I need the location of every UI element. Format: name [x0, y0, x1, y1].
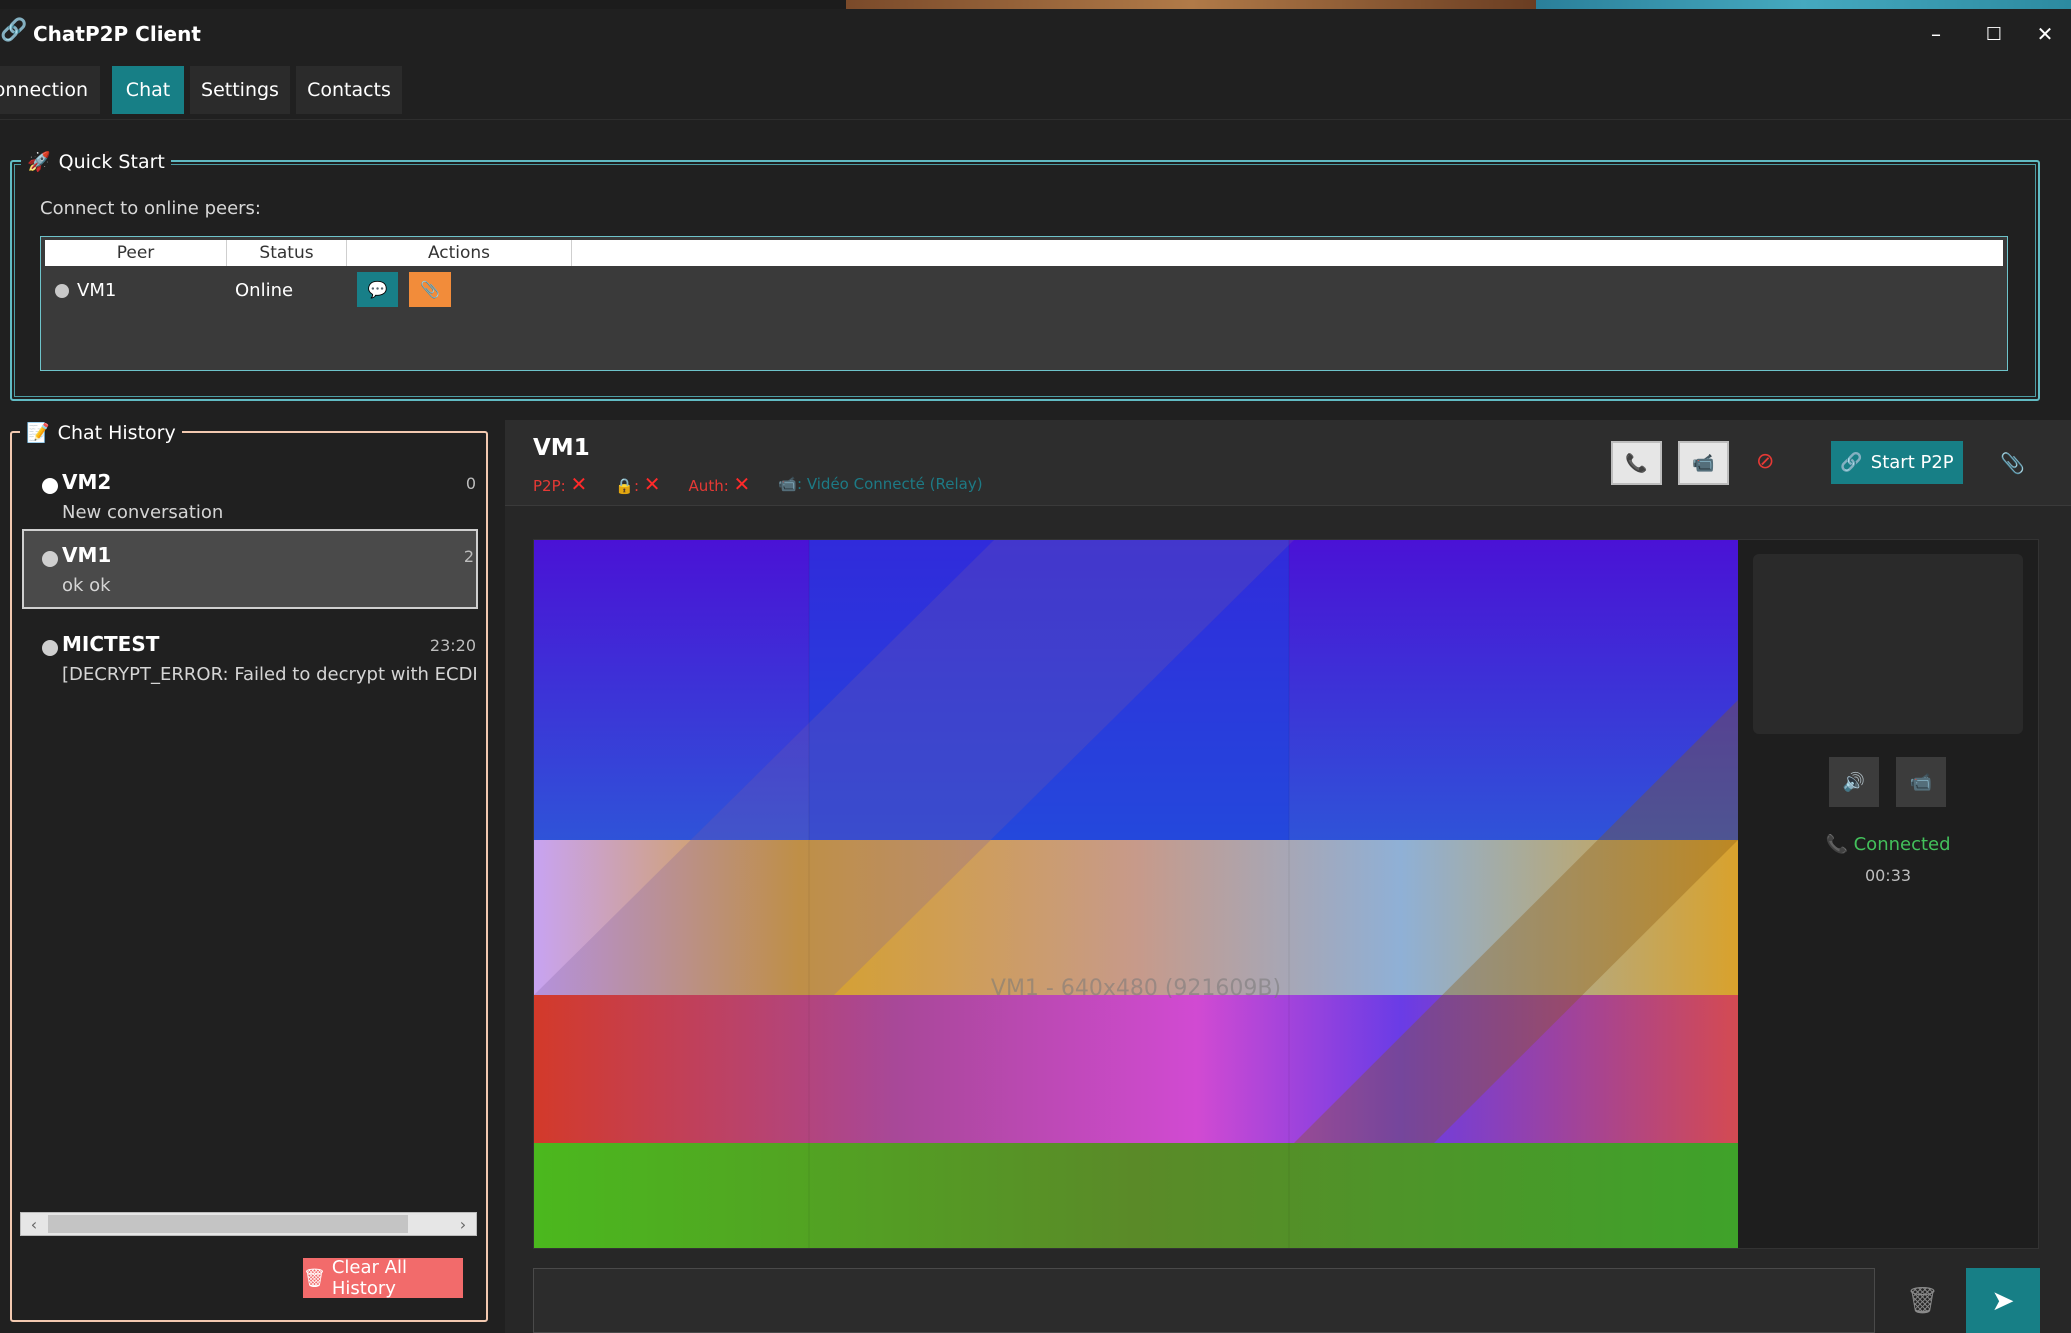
chat-history-title: 📝 Chat History [20, 421, 182, 444]
video-status: 📹: Vidéo Connecté (Relay) [778, 475, 982, 493]
start-p2p-label: Start P2P [1870, 452, 1954, 473]
voice-call-button[interactable]: 📞 [1611, 441, 1662, 485]
peer-status: Online [235, 280, 294, 301]
link-icon: 🔗 [0, 18, 28, 43]
video-call-button[interactable]: 📹 [1678, 441, 1729, 485]
tab-settings[interactable]: Settings [190, 66, 290, 114]
chevron-left-icon[interactable]: ‹ [22, 1212, 46, 1236]
desktop-wallpaper [846, 0, 1536, 9]
tab-chat[interactable]: Chat [112, 66, 184, 114]
edit-icon: 📝 [26, 422, 50, 444]
trash-icon[interactable]: 🗑 [1906, 1286, 1939, 1316]
mute-button[interactable]: 🔊 [1829, 757, 1879, 807]
auth-status: Auth: ✕ [689, 472, 751, 496]
title-bar [0, 9, 2071, 59]
close-button[interactable]: ✕ [2019, 9, 2071, 59]
chat-history-label: Chat History [57, 421, 176, 444]
message-peer-button[interactable]: 💬 [357, 272, 398, 307]
camera-icon: 📹 [1692, 452, 1715, 474]
maximize-button[interactable]: ☐ [1968, 9, 2020, 59]
conversation-name: VM2 [62, 470, 112, 494]
tab-contacts[interactable]: Contacts [296, 66, 402, 114]
local-video-preview [1753, 554, 2023, 734]
chat-bubble-icon: 💬 [367, 280, 388, 299]
rocket-icon: 🚀 [27, 151, 51, 173]
p2p-status: P2P: ✕ [533, 472, 587, 496]
quick-start-title: 🚀 Quick Start [21, 150, 171, 173]
column-header-peer[interactable]: Peer [45, 240, 227, 266]
auth-status-label: Auth: [688, 477, 729, 495]
column-header-actions[interactable]: Actions [347, 240, 572, 266]
call-state: 📞 Connected [1753, 834, 2023, 855]
p2p-status-label: P2P: [533, 477, 566, 495]
conversation-name: MICTEST [62, 632, 160, 656]
conversation-item-vm2[interactable]: VM2 New conversation 0 [22, 456, 478, 536]
conversation-time: 0 [465, 474, 476, 493]
conversation-preview: New conversation [62, 502, 224, 523]
paperclip-icon[interactable]: 📎 [2000, 451, 2025, 475]
connection-status-line: P2P: ✕ 🔒: ✕ Auth: ✕ 📹: Vidéo Connecté (R… [533, 472, 983, 496]
peer-name: VM1 [77, 280, 117, 301]
start-p2p-button[interactable]: 🔗 Start P2P [1831, 441, 1963, 484]
encryption-status: 🔒: ✕ [615, 472, 660, 496]
conversation-time: 2 [463, 547, 474, 566]
x-icon: ✕ [570, 472, 588, 496]
x-icon: ✕ [733, 472, 751, 496]
peer-status-dot [55, 284, 69, 298]
link-icon: 🔗 [1840, 452, 1863, 473]
camera-icon: 📹 [1909, 771, 1933, 793]
tab-connection[interactable]: Connection [0, 66, 100, 114]
conversation-preview: [DECRYPT_ERROR: Failed to decrypt with E… [62, 664, 476, 685]
chevron-right-icon[interactable]: › [451, 1212, 475, 1236]
desktop-wallpaper [1536, 0, 2071, 9]
camera-toggle-button[interactable]: 📹 [1896, 757, 1946, 807]
x-icon: ✕ [643, 472, 661, 496]
quick-start-label: Quick Start [58, 150, 165, 173]
camera-icon: 📹 [778, 475, 797, 493]
send-file-button[interactable]: 📎 [409, 272, 451, 307]
message-input[interactable] [533, 1268, 1875, 1333]
conversation-name: VM1 [62, 543, 112, 567]
phone-icon: 📞 [1625, 452, 1648, 474]
conversation-time: 23:20 [429, 636, 476, 655]
chat-peer-name: VM1 [533, 435, 590, 461]
phone-icon: 📞 [1825, 834, 1848, 855]
call-state-label: Connected [1853, 834, 1951, 855]
send-icon: ➤ [1991, 1284, 2015, 1317]
app-title: ChatP2P Client [33, 22, 201, 46]
remote-video-frame [534, 540, 1738, 1248]
send-button[interactable]: ➤ [1966, 1268, 2040, 1333]
minimize-button[interactable]: – [1910, 9, 1962, 59]
video-stream-label: VM1 - 640x480 (921609B) [990, 976, 1282, 1001]
lock-icon: 🔒 [615, 477, 634, 495]
conversation-item-mictest[interactable]: MICTEST [DECRYPT_ERROR: Failed to decryp… [22, 618, 478, 698]
conversation-status-dot [42, 551, 58, 567]
conversation-preview: ok ok [62, 575, 111, 596]
scrollbar-thumb[interactable] [48, 1215, 408, 1233]
quick-start-subtitle: Connect to online peers: [40, 198, 261, 219]
clear-all-history-label: Clear All History [331, 1257, 407, 1299]
video-status-label: : Vidéo Connecté (Relay) [797, 475, 983, 493]
conversation-item-vm1[interactable]: VM1 ok ok 2 [22, 529, 478, 609]
speaker-icon: 🔊 [1842, 771, 1866, 793]
conversation-status-dot [42, 640, 58, 656]
clear-all-history-button[interactable]: 🗑 Clear All History [303, 1257, 463, 1299]
paperclip-icon: 📎 [420, 280, 440, 299]
conversation-status-dot [42, 478, 58, 494]
trash-icon: 🗑 [303, 1267, 326, 1289]
block-icon[interactable]: ⊘ [1756, 449, 1774, 474]
encryption-status-label: : [633, 477, 639, 495]
column-header-status[interactable]: Status [227, 240, 347, 266]
call-timer: 00:33 [1864, 866, 1912, 885]
